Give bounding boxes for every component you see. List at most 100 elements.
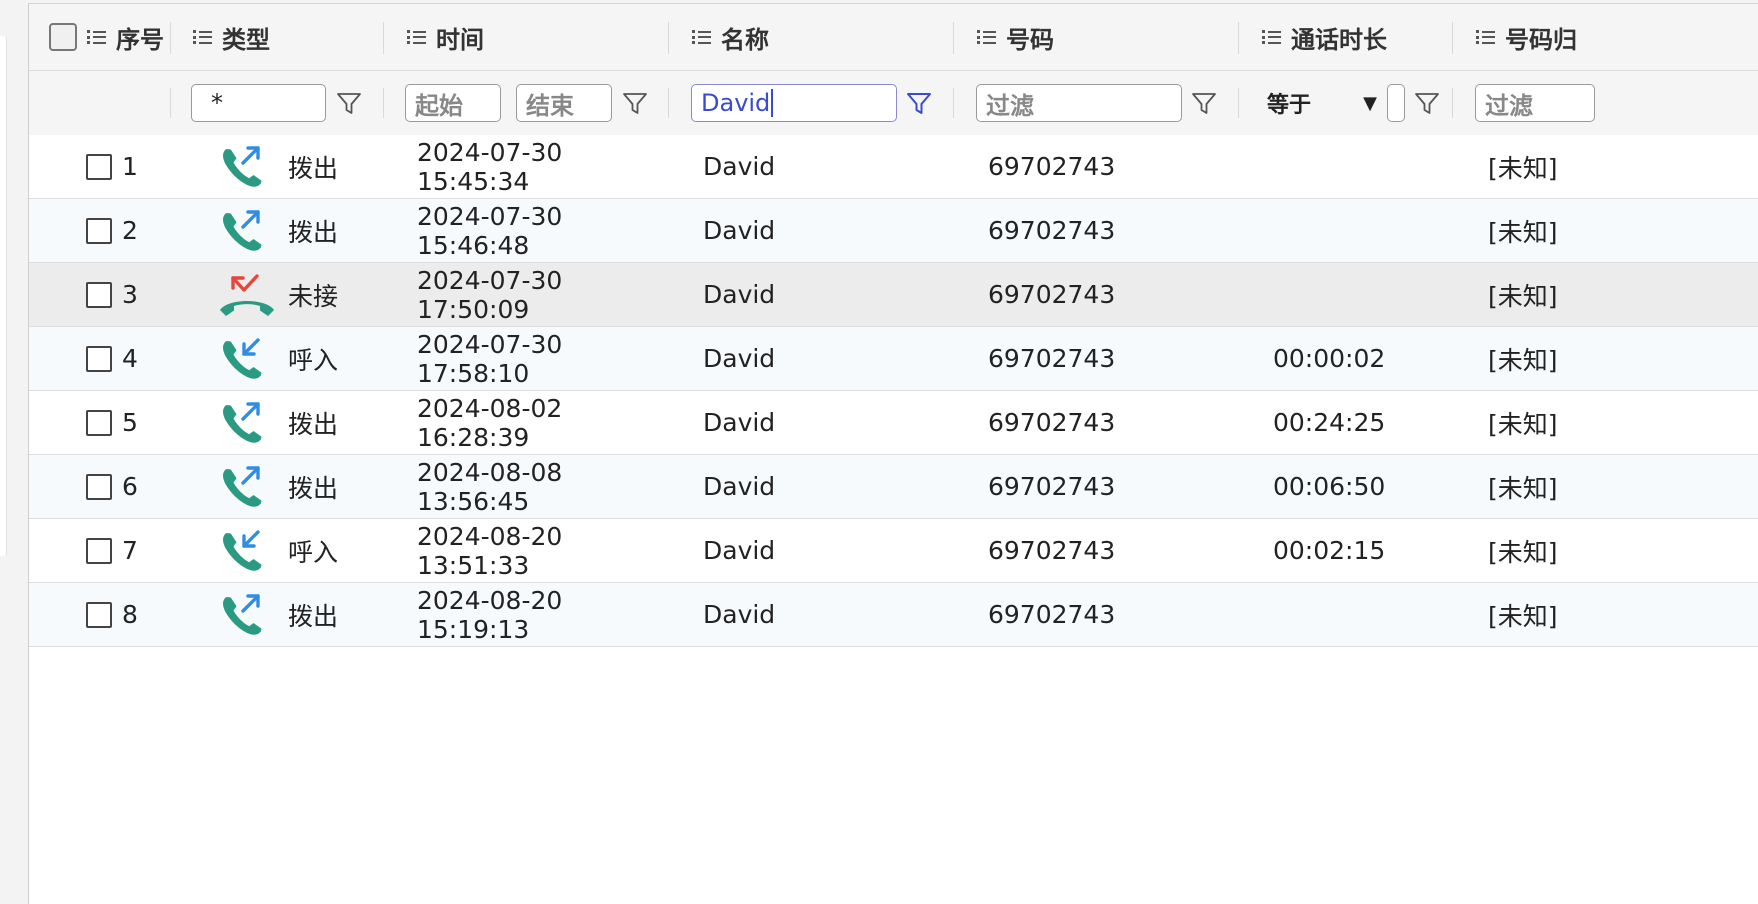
- header-location[interactable]: 号码归: [1476, 4, 1758, 70]
- row-time-cell: 2024-07-30 15:46:48: [417, 199, 667, 262]
- number-filter-input[interactable]: 过滤: [976, 84, 1182, 122]
- row-checkbox[interactable]: [86, 217, 112, 244]
- row-duration-cell: 00:24:25: [1273, 391, 1453, 454]
- funnel-icon[interactable]: [1190, 89, 1218, 117]
- duration-value-input[interactable]: [1387, 84, 1405, 122]
- column-label-duration: 通话时长: [1291, 25, 1387, 54]
- row-duration-cell: 00:02:15: [1273, 519, 1453, 582]
- row-number-cell: 69702743: [988, 583, 1238, 646]
- row-name-cell: David: [703, 199, 953, 262]
- table-row[interactable]: 5 拨出 2024-08-02 16:28:39 David 69702743 …: [29, 391, 1758, 455]
- column-label-name: 名称: [721, 25, 769, 54]
- row-index-cell: 8: [86, 583, 186, 646]
- location-filter: 过滤: [1475, 71, 1758, 135]
- number-location: [未知]: [1488, 153, 1558, 183]
- table-row[interactable]: 8 拨出 2024-08-20 15:19:13 David 69702743 …: [29, 583, 1758, 647]
- funnel-icon[interactable]: [621, 89, 649, 117]
- table-row[interactable]: 3 未接 2024-07-30 17:50:09 David 69702743 …: [29, 263, 1758, 327]
- dropdown-arrow-icon: ▼: [1363, 92, 1377, 114]
- row-index: 7: [122, 536, 138, 565]
- location-filter-input[interactable]: 过滤: [1475, 84, 1595, 122]
- row-type-cell: 拨出: [217, 135, 387, 198]
- incoming-call-icon: [223, 337, 262, 379]
- call-time: 2024-07-30 15:46:48: [417, 201, 563, 260]
- row-index: 3: [122, 280, 138, 309]
- outgoing-call-icon: [223, 145, 262, 187]
- number-location: [未知]: [1488, 601, 1558, 631]
- table-row[interactable]: 6 拨出 2024-08-08 13:56:45 David 69702743 …: [29, 455, 1758, 519]
- header-index[interactable]: 序号: [49, 4, 169, 70]
- row-location-cell: [未知]: [1488, 455, 1688, 518]
- header-name[interactable]: 名称: [692, 4, 952, 70]
- row-time-cell: 2024-07-30 17:50:09: [417, 263, 667, 326]
- row-location-cell: [未知]: [1488, 519, 1688, 582]
- row-duration-cell: [1273, 583, 1453, 646]
- phone-number: 69702743: [988, 280, 1116, 309]
- select-all-checkbox[interactable]: [49, 23, 77, 51]
- list-icon: [977, 30, 996, 44]
- table-row[interactable]: 7 呼入 2024-08-20 13:51:33 David 69702743 …: [29, 519, 1758, 583]
- contact-name: David: [703, 536, 776, 565]
- row-index-cell: 7: [86, 519, 186, 582]
- row-type-cell: 呼入: [217, 327, 387, 390]
- header-type[interactable]: 类型: [193, 4, 383, 70]
- row-time-cell: 2024-07-30 17:58:10: [417, 327, 667, 390]
- funnel-icon[interactable]: [335, 89, 363, 117]
- funnel-icon[interactable]: [1413, 89, 1441, 117]
- call-duration: 00:24:25: [1273, 408, 1386, 437]
- active-funnel-icon[interactable]: [905, 89, 933, 117]
- duration-operator-select[interactable]: 等于 ▼: [1267, 87, 1387, 119]
- time-end-input[interactable]: 结束: [516, 84, 612, 122]
- row-location-cell: [未知]: [1488, 135, 1688, 198]
- contact-name: David: [703, 344, 776, 373]
- table-row[interactable]: 1 拨出 2024-07-30 15:45:34 David 69702743 …: [29, 135, 1758, 199]
- column-label-time: 时间: [436, 25, 484, 54]
- call-type-label: 呼入: [288, 537, 339, 567]
- row-location-cell: [未知]: [1488, 199, 1688, 262]
- phone-number: 69702743: [988, 600, 1116, 629]
- column-label-index: 序号: [116, 25, 164, 54]
- row-index: 6: [122, 472, 138, 501]
- row-location-cell: [未知]: [1488, 263, 1688, 326]
- row-name-cell: David: [703, 135, 953, 198]
- call-time: 2024-07-30 17:58:10: [417, 329, 563, 388]
- outgoing-call-icon: [223, 401, 262, 443]
- row-checkbox[interactable]: [86, 537, 112, 564]
- call-type-label: 拨出: [288, 409, 339, 439]
- column-label-location: 号码归: [1505, 25, 1577, 54]
- phone-number: 69702743: [988, 216, 1116, 245]
- outgoing-call-icon: [223, 465, 262, 507]
- row-checkbox[interactable]: [86, 601, 112, 628]
- phone-number: 69702743: [988, 536, 1116, 565]
- row-index: 4: [122, 344, 138, 373]
- row-name-cell: David: [703, 583, 953, 646]
- row-time-cell: 2024-08-02 16:28:39: [417, 391, 667, 454]
- header-time[interactable]: 时间: [407, 4, 667, 70]
- call-time: 2024-08-20 15:19:13: [417, 585, 563, 644]
- table-row[interactable]: 2 拨出 2024-07-30 15:46:48 David 69702743 …: [29, 199, 1758, 263]
- row-type-cell: 拨出: [217, 455, 387, 518]
- type-filter-input[interactable]: *: [191, 84, 326, 122]
- row-name-cell: David: [703, 455, 953, 518]
- number-location: [未知]: [1488, 281, 1558, 311]
- row-duration-cell: [1273, 199, 1453, 262]
- row-type-cell: 拨出: [217, 199, 387, 262]
- header-duration[interactable]: 通话时长: [1262, 4, 1452, 70]
- row-checkbox[interactable]: [86, 473, 112, 500]
- type-filter: *: [191, 71, 381, 135]
- table-row[interactable]: 4 呼入 2024-07-30 17:58:10 David 69702743 …: [29, 327, 1758, 391]
- time-start-input[interactable]: 起始: [405, 84, 501, 122]
- contact-name: David: [703, 280, 776, 309]
- row-checkbox[interactable]: [86, 153, 112, 180]
- header-number[interactable]: 号码: [977, 4, 1237, 70]
- call-duration: 00:00:02: [1273, 344, 1386, 373]
- contact-name: David: [703, 472, 776, 501]
- row-checkbox[interactable]: [86, 281, 112, 308]
- row-index-cell: 4: [86, 327, 186, 390]
- row-duration-cell: [1273, 263, 1453, 326]
- number-filter: 过滤: [976, 71, 1238, 135]
- row-checkbox[interactable]: [86, 345, 112, 372]
- row-number-cell: 69702743: [988, 391, 1238, 454]
- name-filter-input[interactable]: David: [691, 84, 897, 122]
- row-checkbox[interactable]: [86, 409, 112, 436]
